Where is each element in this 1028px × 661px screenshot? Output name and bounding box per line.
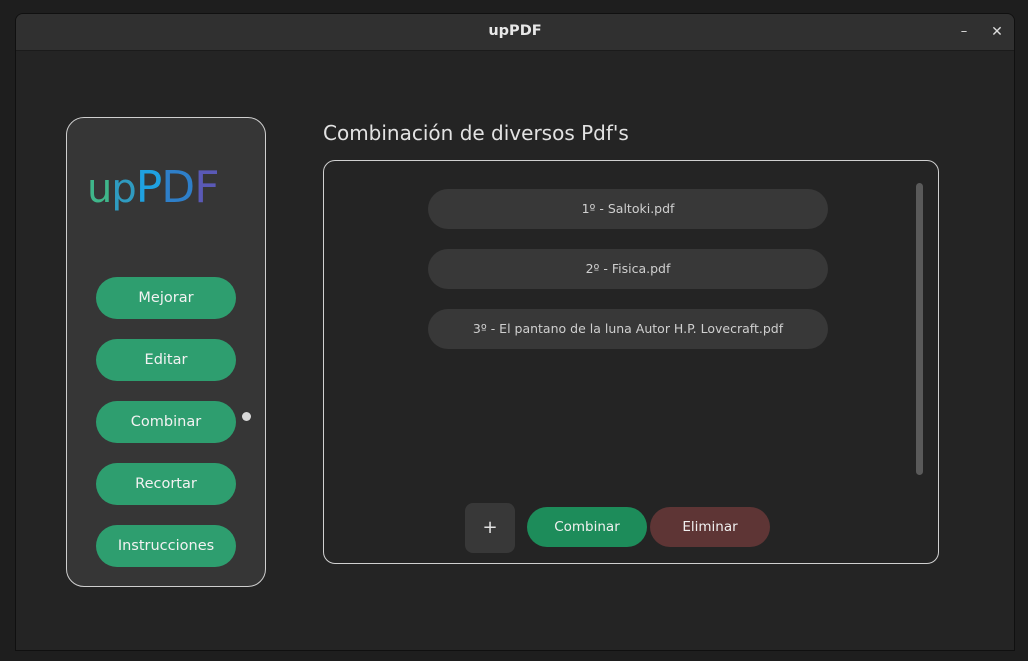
file-list-item[interactable]: 2º - Fisica.pdf [428, 249, 828, 289]
combine-button[interactable]: Combinar [527, 507, 647, 547]
logo-letter-u: u [87, 166, 112, 212]
logo-letter-D: D [161, 162, 195, 213]
nav-combinar-button[interactable]: Combinar [96, 401, 236, 443]
title-bar[interactable]: upPDF – ✕ [16, 14, 1014, 51]
file-list-item[interactable]: 1º - Saltoki.pdf [428, 189, 828, 229]
nav-mejorar-button[interactable]: Mejorar [96, 277, 236, 319]
nav-recortar-button[interactable]: Recortar [96, 463, 236, 505]
minimize-button[interactable]: – [952, 20, 976, 44]
app-logo: upPDF [87, 162, 220, 214]
sidebar: upPDF Mejorar Editar Combinar Recortar I… [66, 117, 266, 587]
file-list-panel: 1º - Saltoki.pdf 2º - Fisica.pdf 3º - El… [323, 160, 939, 564]
scrollbar[interactable] [916, 183, 923, 475]
logo-letter-p: p [111, 166, 136, 212]
close-button[interactable]: ✕ [985, 20, 1009, 44]
file-list-item[interactable]: 3º - El pantano de la luna Autor H.P. Lo… [428, 309, 828, 349]
page-title: Combinación de diversos Pdf's [323, 121, 629, 145]
window-title: upPDF [488, 23, 542, 39]
app-window: upPDF – ✕ upPDF Mejorar Editar Combinar … [15, 13, 1015, 651]
active-nav-indicator [242, 412, 251, 421]
add-file-button[interactable]: + [465, 503, 515, 553]
nav-instrucciones-button[interactable]: Instrucciones [96, 525, 236, 567]
logo-letter-F: F [194, 162, 219, 213]
logo-letter-P: P [135, 162, 163, 213]
delete-button[interactable]: Eliminar [650, 507, 770, 547]
nav-editar-button[interactable]: Editar [96, 339, 236, 381]
